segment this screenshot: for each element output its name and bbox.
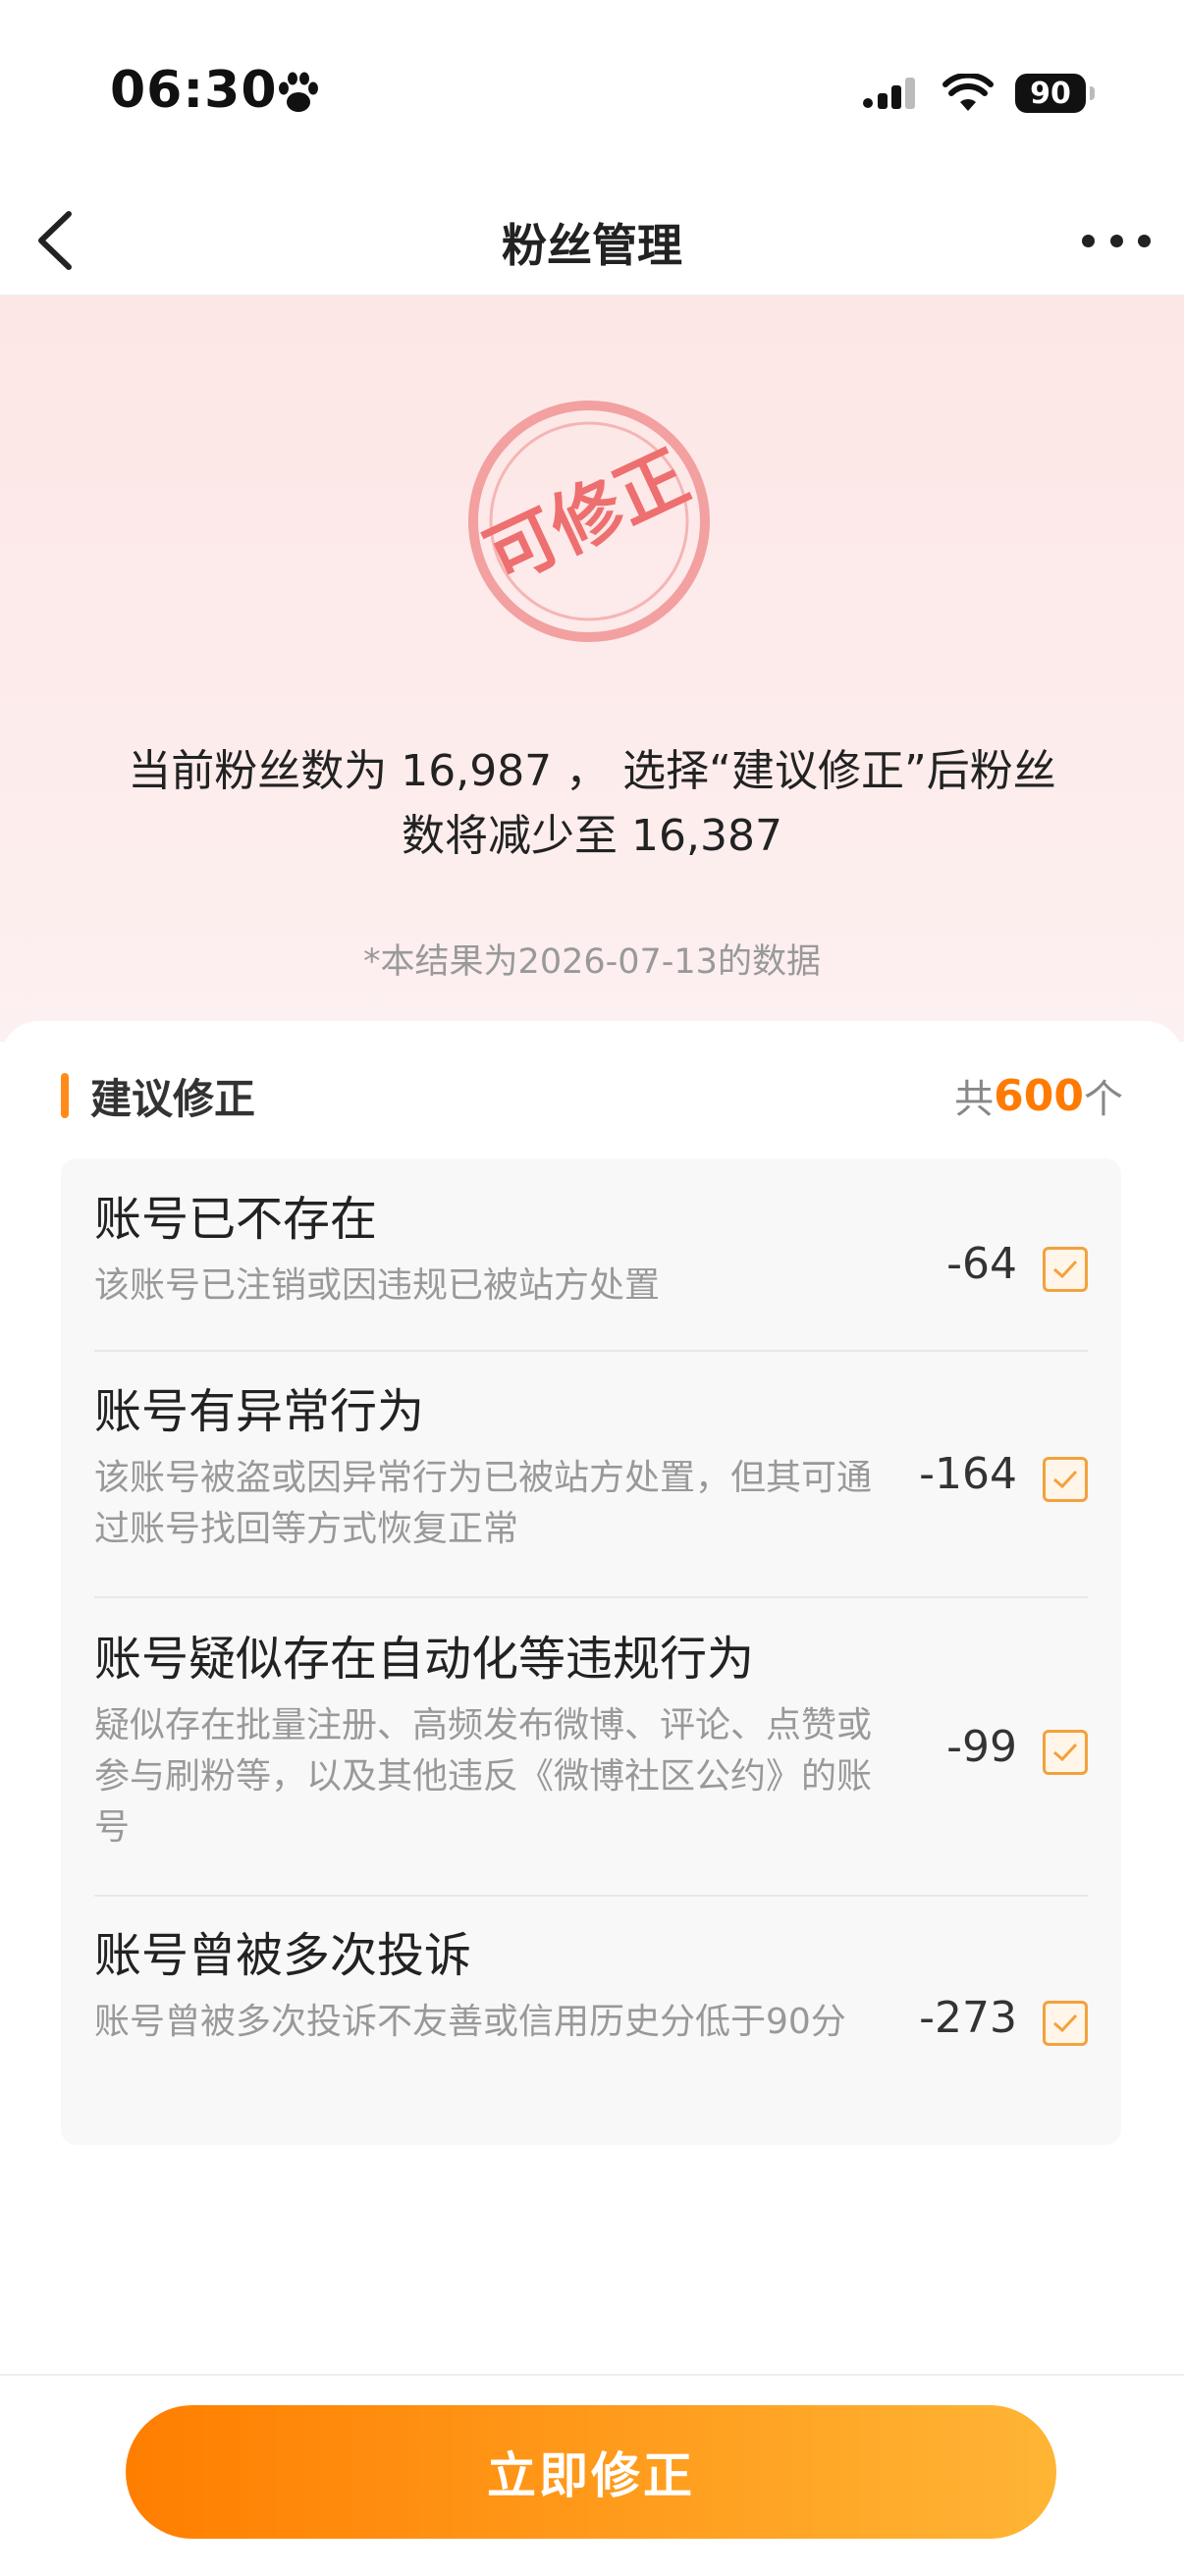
check-icon xyxy=(1053,2013,1078,2033)
item-checkbox[interactable] xyxy=(1043,1457,1088,1502)
section-count: 共 600 个 xyxy=(954,1068,1123,1123)
item-title: 账号已不存在 xyxy=(94,1192,378,1247)
item-desc: 该账号被盗或因异常行为已被站方处置，但其可通过账号找回等方式恢复正常 xyxy=(94,1458,873,1549)
divider xyxy=(94,1350,1088,1352)
stamp-text: 可修正 xyxy=(473,435,700,599)
item-title: 账号有异常行为 xyxy=(94,1384,425,1439)
item-checkbox[interactable] xyxy=(1043,1730,1088,1775)
count-suffix: 个 xyxy=(1084,1077,1123,1122)
data-date-note: *本结果为2026-07-13的数据 xyxy=(363,942,821,982)
count-value: 600 xyxy=(994,1070,1084,1121)
item-title: 账号曾被多次投诉 xyxy=(94,1928,472,1983)
fan-summary: 当前粉丝数为 16,987 ， 选择“建议修正”后粉丝 数将减少至 16,387 xyxy=(59,739,1125,869)
item-checkbox[interactable] xyxy=(1043,1247,1088,1292)
list-item[interactable]: 账号有异常行为 该账号被盗或因异常行为已被站方处置，但其可通过账号找回等方式恢复… xyxy=(94,1382,1088,1555)
divider xyxy=(94,1895,1088,1897)
list-item[interactable]: 账号曾被多次投诉 账号曾被多次投诉不友善或信用历史分低于90分 -273 xyxy=(94,1926,1088,2048)
item-value: -64 xyxy=(946,1239,1017,1289)
item-desc: 疑似存在批量注册、高频发布微博、评论、点赞或参与刷粉等，以及其他违反《微博社区公… xyxy=(94,1705,873,1848)
check-icon xyxy=(1053,1743,1078,1762)
correctable-stamp: 可修正 xyxy=(468,401,710,642)
status-bar: 06:30 90 xyxy=(0,0,1184,187)
more-icon[interactable] xyxy=(1082,218,1151,263)
footer-bar: 立即修正 xyxy=(0,2374,1184,2576)
item-title: 账号疑似存在自动化等违规行为 xyxy=(94,1632,755,1687)
item-value: -164 xyxy=(919,1449,1017,1499)
hero-section: 可修正 当前粉丝数为 16,987 ， 选择“建议修正”后粉丝 数将减少至 16… xyxy=(0,295,1184,1042)
summary-line-1: 当前粉丝数为 16,987 ， 选择“建议修正”后粉丝 xyxy=(128,746,1056,796)
page-title: 粉丝管理 xyxy=(502,219,682,272)
count-prefix: 共 xyxy=(954,1077,995,1122)
item-value: -273 xyxy=(919,1993,1017,2043)
nav-bar: 粉丝管理 xyxy=(0,187,1184,295)
list-item[interactable]: 账号疑似存在自动化等违规行为 疑似存在批量注册、高频发布微博、评论、点赞或参与刷… xyxy=(94,1630,1088,1853)
correct-now-button[interactable]: 立即修正 xyxy=(126,2405,1056,2539)
item-value: -99 xyxy=(946,1722,1017,1772)
list-item[interactable]: 账号已不存在 该账号已注销或因违规已被站方处置 -64 xyxy=(94,1190,1088,1312)
check-icon xyxy=(1053,1470,1078,1489)
check-icon xyxy=(1053,1260,1078,1279)
paw-icon xyxy=(279,72,318,112)
summary-line-2: 数将减少至 16,387 xyxy=(402,811,782,861)
item-desc: 该账号已注销或因违规已被站方处置 xyxy=(94,1265,661,1306)
section-accent-bar xyxy=(61,1073,69,1118)
battery-icon: 90 xyxy=(1015,74,1095,113)
section-header: 建议修正 xyxy=(61,1068,255,1123)
wifi-icon xyxy=(942,74,994,111)
divider xyxy=(94,1596,1088,1598)
status-time: 06:30 xyxy=(110,61,278,120)
reason-list: 账号已不存在 该账号已注销或因违规已被站方处置 -64 账号有异常行为 该账号被… xyxy=(61,1158,1121,2145)
item-checkbox[interactable] xyxy=(1043,2001,1088,2046)
correction-card: 建议修正 共 600 个 账号已不存在 该账号已注销或因违规已被站方处置 -64 账… xyxy=(0,1021,1184,2376)
item-desc: 账号曾被多次投诉不友善或信用历史分低于90分 xyxy=(94,2002,846,2042)
section-title: 建议修正 xyxy=(90,1074,256,1123)
cellular-signal-icon xyxy=(863,78,915,109)
